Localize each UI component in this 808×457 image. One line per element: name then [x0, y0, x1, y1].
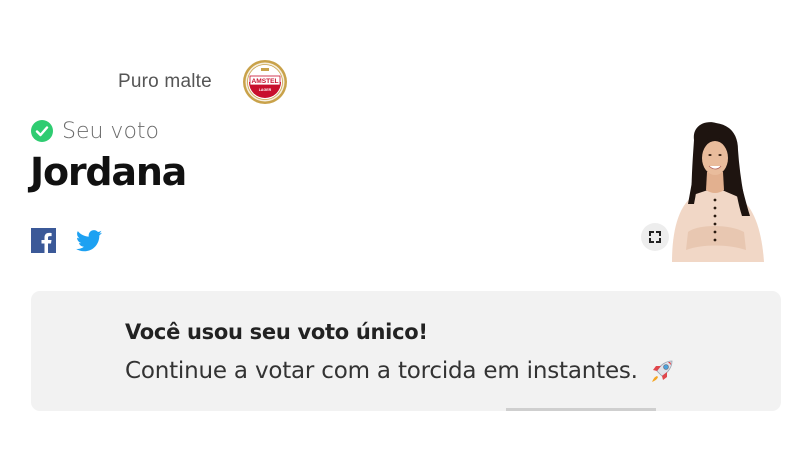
amstel-logo: AMSTEL LAGER [242, 60, 287, 104]
sponsor-label: Puro malte [118, 71, 212, 92]
share-row [31, 228, 102, 253]
expand-photo-button[interactable] [641, 223, 669, 251]
logo-text: AMSTEL [251, 78, 278, 85]
candidate-photo [658, 120, 770, 262]
message-body-text: Continue a votar com a torcida em instan… [125, 358, 638, 384]
expand-icon [649, 231, 661, 243]
progress-indicator [506, 408, 656, 411]
message-body: Continue a votar com a torcida em instan… [125, 357, 676, 385]
vote-status: Seu voto [31, 116, 159, 146]
candidate-name: Jordana [30, 150, 187, 194]
vote-status-label: Seu voto [62, 118, 160, 144]
logo-subtext: LAGER [259, 88, 272, 92]
rocket-icon [651, 360, 673, 382]
twitter-icon[interactable] [76, 229, 102, 252]
sponsor-row: Puro malte AMSTEL LAGER [118, 56, 288, 108]
facebook-icon[interactable] [31, 228, 56, 253]
message-title: Você usou seu voto único! [125, 320, 428, 344]
check-circle-icon [31, 120, 53, 142]
vote-used-message-card: Você usou seu voto único! Continue a vot… [31, 291, 781, 411]
